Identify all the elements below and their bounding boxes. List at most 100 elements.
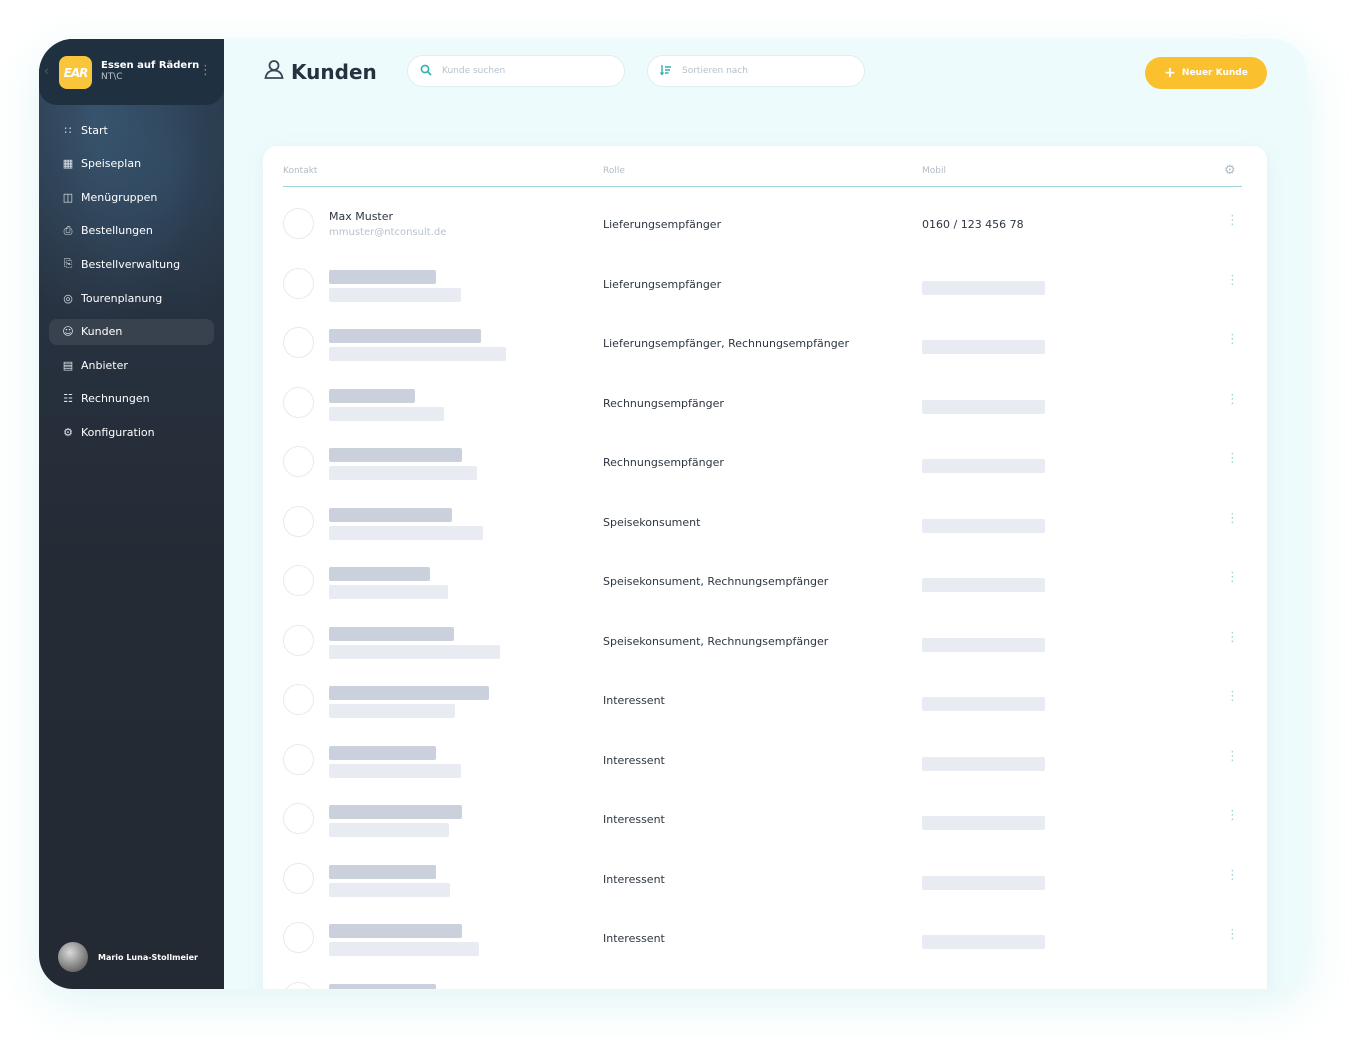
sort-box[interactable] [647, 55, 865, 87]
column-header-role[interactable]: Rolle [603, 166, 625, 176]
more-vertical-icon[interactable]: ⋮ [1226, 749, 1239, 764]
sidebar-item-label: Bestellungen [81, 224, 153, 238]
role-cell: Rechnungsempfänger [603, 396, 724, 410]
more-vertical-icon[interactable]: ⋮ [1226, 570, 1239, 585]
skeleton-mobile [922, 459, 1045, 473]
sidebar-item-label: Kunden [81, 325, 123, 339]
row-avatar [283, 208, 314, 239]
sidebar-item-label: Speiseplan [81, 157, 142, 171]
skeleton-email [329, 942, 479, 956]
more-vertical-icon[interactable]: ⋮ [1226, 630, 1239, 645]
search-box[interactable] [407, 55, 625, 87]
skeleton-name [329, 745, 436, 760]
row-avatar [283, 981, 314, 989]
row-avatar [283, 446, 314, 477]
table-row[interactable]: Speisekonsument, Rechnungsempfänger ⋮ [283, 613, 1242, 671]
table-row[interactable]: Interessent ⋮ [283, 672, 1242, 730]
table-row[interactable]: Lieferungsempfänger ⋮ [283, 256, 1242, 314]
table-row[interactable]: Interessent ⋮ [283, 732, 1242, 790]
column-header-contact[interactable]: Kontakt [283, 166, 317, 176]
more-vertical-icon[interactable]: ⋮ [1226, 213, 1239, 228]
table-row[interactable]: Rechnungsempfänger ⋮ [283, 375, 1242, 433]
more-vertical-icon[interactable]: ⋮ [1226, 273, 1239, 288]
sidebar-item-kunden[interactable]: ☺ Kunden [49, 318, 214, 345]
role-cell: Lieferungsempfänger [603, 218, 722, 231]
sidebar-item-bestellungen[interactable]: ⎙ Bestellungen [49, 218, 214, 244]
mobile-cell: 0160 / 123 456 78 [922, 218, 1024, 231]
row-avatar [283, 743, 314, 775]
sort-input[interactable] [680, 65, 844, 77]
more-vertical-icon[interactable]: ⋮ [1226, 868, 1239, 883]
row-avatar [283, 862, 314, 894]
table-row[interactable] [283, 970, 1242, 989]
table-row[interactable]: Max Muster mmuster@ntconsult.de Lieferungs… [283, 196, 1242, 254]
search-input[interactable] [440, 65, 604, 77]
sidebar-item-rechnungen[interactable]: ☷ Rechnungen [49, 386, 214, 412]
more-vertical-icon[interactable]: ⋮ [1226, 392, 1239, 407]
role-cell: Lieferungsempfänger [603, 277, 722, 291]
app-window: ‹ EAR Essen auf Rädern NT\C ⋮ ∷ Start ▦ Spe… [39, 39, 1307, 989]
avatar[interactable] [58, 942, 88, 972]
skeleton-mobile [922, 340, 1045, 354]
table-row[interactable]: Interessent ⋮ [283, 791, 1242, 849]
role-cell: Interessent [603, 694, 665, 707]
skeleton-mobile [922, 875, 1045, 890]
column-header-mobile[interactable]: Mobil [922, 166, 946, 176]
role-cell: Rechnungsempfänger [603, 456, 724, 469]
sidebar-item-menügruppen[interactable]: ◫ Menügruppen [49, 184, 214, 210]
location-pin-icon: ◎ [63, 291, 73, 305]
sidebar-item-tourenplanung[interactable]: ◎ Tourenplanung [49, 285, 214, 311]
chevron-left-icon[interactable]: ‹ [44, 64, 49, 78]
role-cell: Speisekonsument [603, 515, 701, 529]
more-vertical-icon[interactable]: ⋮ [1226, 511, 1239, 526]
skeleton-mobile [922, 935, 1045, 949]
page-title: Kunden [263, 58, 377, 85]
contact-email: mmuster@ntconsult.de [329, 227, 447, 238]
grid-icon: ∷ [64, 123, 72, 137]
gear-icon[interactable]: ⚙ [1224, 163, 1236, 178]
skeleton-mobile [922, 816, 1045, 830]
sidebar-item-start[interactable]: ∷ Start [49, 117, 214, 143]
row-avatar [283, 684, 314, 715]
table-row[interactable]: Interessent ⋮ [283, 851, 1242, 909]
skeleton-mobile [922, 399, 1045, 414]
new-customer-button[interactable]: + Neuer Kunde [1145, 57, 1267, 89]
skeleton-email [329, 466, 477, 480]
table-row[interactable]: Speisekonsument, Rechnungsempfänger ⋮ [283, 553, 1242, 611]
skeleton-name [329, 686, 489, 700]
new-customer-label: Neuer Kunde [1181, 68, 1248, 78]
sidebar-item-anbieter[interactable]: ▤ Anbieter [49, 352, 214, 378]
table-row[interactable]: Lieferungsempfänger, Rechnungsempfänger ⋮ [283, 315, 1242, 373]
more-vertical-icon[interactable]: ⋮ [1226, 927, 1239, 942]
sidebar-item-label: Tourenplanung [81, 291, 163, 305]
skeleton-name [329, 507, 452, 522]
table-row[interactable]: Interessent ⋮ [283, 910, 1242, 968]
sidebar-item-bestellverwaltung[interactable]: ⎘ Bestellverwaltung [49, 251, 214, 277]
skeleton-email [329, 823, 449, 837]
brand-header: ‹ EAR Essen auf Rädern NT\C ⋮ [39, 39, 224, 105]
skeleton-name [329, 567, 430, 581]
table-row[interactable]: Speisekonsument ⋮ [283, 494, 1242, 552]
skeleton-mobile [922, 637, 1045, 652]
skeleton-email [329, 882, 450, 897]
row-avatar [283, 803, 314, 834]
sidebar-item-konfiguration[interactable]: ⚙ Konfiguration [49, 419, 214, 445]
table-row[interactable]: Rechnungsempfänger ⋮ [283, 434, 1242, 492]
more-vertical-icon[interactable]: ⋮ [1226, 808, 1239, 823]
more-vertical-icon[interactable]: ⋮ [1226, 332, 1239, 347]
more-vertical-icon[interactable]: ⋮ [1226, 689, 1239, 704]
row-avatar [283, 327, 314, 358]
skeleton-email [329, 704, 455, 718]
gear-icon: ⚙ [63, 425, 73, 439]
skeleton-name [329, 329, 481, 343]
user-profile[interactable]: Mario Luna-Stollmeier [58, 942, 198, 972]
row-avatar [283, 267, 314, 299]
role-cell: Speisekonsument, Rechnungsempfänger [603, 575, 829, 588]
more-vertical-icon[interactable]: ⋮ [199, 63, 212, 78]
skeleton-mobile [922, 578, 1045, 592]
more-vertical-icon[interactable]: ⋮ [1226, 451, 1239, 466]
sidebar-item-speiseplan[interactable]: ▦ Speiseplan [49, 151, 214, 177]
skeleton-mobile [922, 697, 1045, 711]
menu-plan-icon: ▦ [62, 157, 74, 171]
role-cell: Interessent [603, 753, 665, 767]
